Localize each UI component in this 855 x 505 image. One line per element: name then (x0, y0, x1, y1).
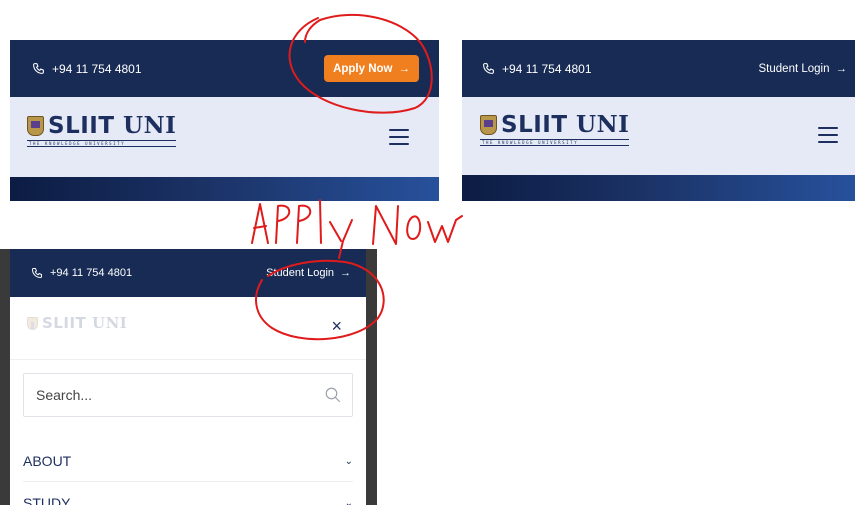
logo-tagline: THE KNOWLEDGE UNIVERSITY (480, 139, 630, 146)
menu-divider (23, 481, 353, 482)
site-header: SLIIT UNI THE KNOWLEDGE UNIVERSITY (10, 97, 439, 177)
arrow-right-icon: → (398, 62, 411, 75)
phone-number: +94 11 754 4801 (52, 61, 142, 76)
logo-tagline: THE KNOWLEDGE UNIVERSITY (27, 140, 177, 147)
phone-icon (32, 268, 42, 278)
phone-contact[interactable]: +94 11 754 4801 (32, 62, 142, 76)
apply-now-button[interactable]: Apply Now → (324, 55, 419, 82)
brand-uni: UNI (123, 112, 177, 139)
brand-uni: UNI (576, 111, 630, 138)
mobile-menu-drawer: SLIIT UNI × ABOUT ⌄ STUDY ⌄ (10, 297, 366, 505)
sliit-logo-faded[interactable]: SLIIT UNI (27, 316, 127, 331)
brand-name: SLIIT (42, 314, 87, 332)
student-login-link[interactable]: Student Login → (759, 63, 847, 75)
hero-banner (462, 175, 855, 201)
sliit-logo[interactable]: SLIIT UNI THE KNOWLEDGE UNIVERSITY (27, 112, 177, 147)
student-login-label: Student Login (266, 267, 334, 279)
hero-banner (10, 177, 439, 201)
screenshot-apply-now-header: +94 11 754 4801 Apply Now → SLIIT UNI TH… (10, 40, 439, 201)
apply-now-label: Apply Now (333, 62, 393, 75)
phone-contact[interactable]: +94 11 754 4801 (31, 267, 132, 279)
hamburger-menu-icon[interactable] (389, 129, 409, 145)
sliit-logo[interactable]: SLIIT UNI THE KNOWLEDGE UNIVERSITY (480, 111, 630, 146)
search-box (23, 373, 353, 417)
chevron-down-icon[interactable]: ⌄ (345, 456, 353, 467)
nav-item-label: STUDY (23, 495, 71, 505)
student-login-label: Student Login (758, 62, 830, 75)
crest-icon (27, 116, 44, 136)
screenshot-student-login-header: +94 11 754 4801 Student Login → SLIIT UN… (462, 40, 855, 201)
nav-item-study[interactable]: STUDY ⌄ (23, 491, 353, 505)
brand-name: SLIIT (501, 112, 568, 138)
brand-uni: UNI (92, 314, 128, 332)
phone-icon (483, 63, 494, 74)
phone-icon (33, 63, 44, 74)
phone-number: +94 11 754 4801 (502, 61, 592, 76)
arrow-right-icon: → (340, 267, 351, 279)
site-header: SLIIT UNI THE KNOWLEDGE UNIVERSITY (462, 97, 855, 175)
arrow-right-icon: → (835, 62, 848, 75)
phone-number: +94 11 754 4801 (50, 267, 133, 279)
brand-name: SLIIT (48, 113, 115, 139)
top-bar: +94 11 754 4801 Student Login → (10, 249, 366, 297)
chevron-down-icon[interactable]: ⌄ (345, 498, 353, 505)
close-icon[interactable]: × (331, 317, 342, 335)
top-bar: +94 11 754 4801 Student Login → (462, 40, 855, 97)
crest-icon (480, 115, 497, 135)
crest-icon (27, 317, 38, 330)
menu-divider (10, 359, 366, 360)
student-login-link[interactable]: Student Login → (266, 267, 351, 279)
hamburger-menu-icon[interactable] (818, 127, 838, 143)
screenshot-mobile-menu: +94 11 754 4801 Student Login → SLIIT UN… (0, 249, 377, 505)
top-bar: +94 11 754 4801 Apply Now → (10, 40, 439, 97)
phone-contact[interactable]: +94 11 754 4801 (482, 62, 592, 76)
search-icon[interactable] (324, 386, 342, 404)
nav-item-about[interactable]: ABOUT ⌄ (23, 449, 353, 473)
search-input[interactable] (34, 386, 298, 404)
nav-item-label: ABOUT (23, 453, 72, 469)
